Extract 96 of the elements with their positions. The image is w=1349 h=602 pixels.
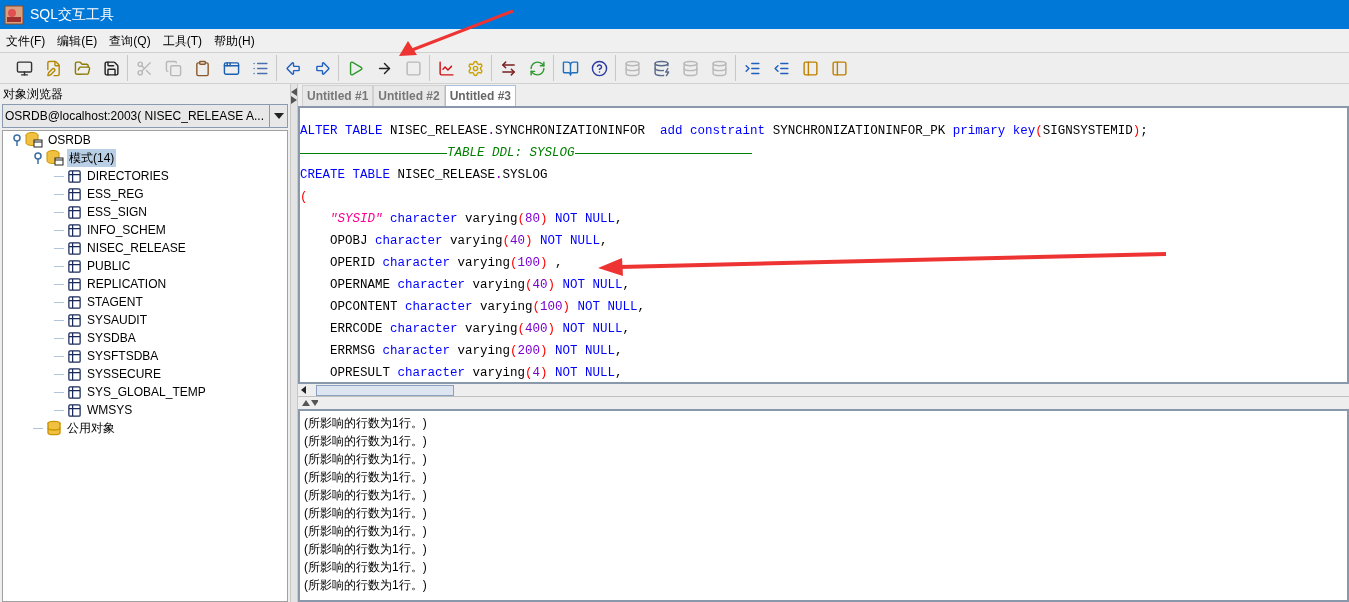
table-icon [67, 258, 82, 274]
database-icon [710, 59, 728, 77]
open-folder-icon [73, 59, 91, 77]
refresh-icon [528, 59, 546, 77]
sql-editor[interactable] [298, 106, 1349, 384]
tree-item[interactable]: SYSDBA [85, 329, 138, 347]
tree-item[interactable]: ESS_SIGN [85, 203, 150, 221]
expanded-icon[interactable] [12, 134, 22, 146]
output-line: (所影响的行数为1行。) [304, 559, 427, 576]
window-title: SQL交互工具 [30, 5, 114, 24]
output-line: (所影响的行数为1行。) [304, 505, 427, 522]
tree-item[interactable]: PUBLIC [85, 257, 133, 275]
table-icon [67, 330, 82, 346]
output-line: (所影响的行数为1行。) [304, 487, 427, 504]
output-line: (所影响的行数为1行。) [304, 415, 427, 432]
monitor-icon [15, 59, 33, 77]
save-icon [102, 59, 120, 77]
swap-icon [499, 59, 517, 77]
tree-item[interactable]: INFO_SCHEM [85, 221, 168, 239]
tree-item[interactable]: 模式(14) [67, 149, 117, 167]
tree-item[interactable]: SYSFTSDBA [85, 347, 161, 365]
code-line: OPRESULT character varying(4) NOT NULL, [330, 365, 623, 382]
panel-title: 对象浏览器 [2, 86, 64, 103]
tree-item[interactable]: ESS_REG [85, 185, 146, 203]
window-icon [222, 59, 240, 77]
tree-item[interactable]: WMSYS [85, 401, 135, 419]
tree-item[interactable]: NISEC_RELEASE [85, 239, 188, 257]
code-line: ALTER TABLE NISEC_RELEASE.SYNCHRONIZATIONINFOR add constraint SYNCHRONIZATIONINFOR_PK primary key(SIGNSYSTEMID); [300, 123, 1148, 140]
editor-tab[interactable]: Untitled #3 [444, 85, 517, 106]
back-icon [284, 59, 302, 77]
code-line: "SYSID" character varying(80) NOT NULL, [330, 211, 623, 228]
chart-icon [437, 59, 455, 77]
table-icon [67, 348, 82, 364]
book-icon [561, 59, 579, 77]
code-line: ERRMSG character varying(200) NOT NULL, [330, 343, 623, 360]
database-window-icon [46, 150, 64, 166]
code-line: ( [300, 189, 308, 206]
database-delete-icon [652, 59, 670, 77]
tree-item[interactable]: SYS_GLOBAL_TEMP [85, 383, 208, 401]
table-icon [67, 312, 82, 328]
code-line: OPERID character varying(100) , [330, 255, 563, 272]
table-icon [67, 168, 82, 184]
menu-item[interactable]: 查询(Q) [103, 31, 157, 50]
table-icon [67, 222, 82, 238]
database-icon [46, 420, 62, 436]
scrollbar-thumb[interactable] [316, 384, 454, 396]
dropdown-arrow-icon [273, 113, 284, 119]
table-icon [67, 402, 82, 418]
tree-item[interactable]: STAGENT [85, 293, 145, 311]
editor-tab[interactable]: Untitled #2 [373, 85, 445, 106]
tree-item[interactable]: OSRDB [46, 131, 93, 149]
gear-icon [466, 59, 484, 77]
database-icon [623, 59, 641, 77]
output-line: (所影响的行数为1行。) [304, 577, 427, 594]
copy-icon [164, 59, 182, 77]
output-line: (所影响的行数为1行。) [304, 523, 427, 540]
connection-dropdown[interactable]: OSRDB@localhost:2003( NISEC_RELEASE A... [2, 104, 288, 128]
edit-icon [44, 59, 62, 77]
table-icon [67, 204, 82, 220]
code-line: CREATE TABLE NISEC_RELEASE.SYSLOG [300, 167, 548, 184]
tree-item[interactable]: DIRECTORIES [85, 167, 171, 185]
app-icon [4, 4, 24, 25]
tree-item[interactable]: REPLICATION [85, 275, 169, 293]
stop-icon [404, 59, 422, 77]
code-line: ERRCODE character varying(400) NOT NULL, [330, 321, 631, 338]
output-line: (所影响的行数为1行。) [304, 451, 427, 468]
table-icon [67, 366, 82, 382]
expanded-icon[interactable] [33, 152, 43, 164]
table-icon [67, 186, 82, 202]
horizontal-scrollbar[interactable] [298, 384, 1349, 397]
clipboard-icon [193, 59, 211, 77]
table-icon [67, 384, 82, 400]
tree-item[interactable]: 公用对象 [65, 419, 117, 437]
tree-item[interactable]: SYSSECURE [85, 365, 164, 383]
output-line: (所影响的行数为1行。) [304, 469, 427, 486]
help-icon [590, 59, 608, 77]
menu-item[interactable]: 编辑(E) [51, 31, 104, 50]
output-line: (所影响的行数为1行。) [304, 541, 427, 558]
editor-tab[interactable]: Untitled #1 [302, 85, 374, 106]
database-icon [681, 59, 699, 77]
code-line: OPERNAME character varying(40) NOT NULL, [330, 277, 631, 294]
menu-item[interactable]: 工具(T) [156, 31, 208, 50]
menu-item[interactable]: 帮助(H) [208, 31, 261, 50]
forward-icon [313, 59, 331, 77]
table-icon [67, 240, 82, 256]
table-icon [67, 276, 82, 292]
code-line: OPOBJ character varying(40) NOT NULL, [330, 233, 608, 250]
code-line: TABLE DDL: SYSLOG [300, 142, 752, 164]
output-line: (所影响的行数为1行。) [304, 433, 427, 450]
table-icon [67, 294, 82, 310]
cut-icon [135, 59, 153, 77]
splitter-arrows-icon[interactable] [291, 88, 297, 104]
splitter-arrows-icon[interactable] [302, 400, 318, 406]
tree-item[interactable]: SYSAUDIT [85, 311, 149, 329]
code-line: OPCONTENT character varying(100) NOT NULL, [330, 299, 646, 316]
menu-item[interactable]: 文件(F) [0, 31, 52, 50]
